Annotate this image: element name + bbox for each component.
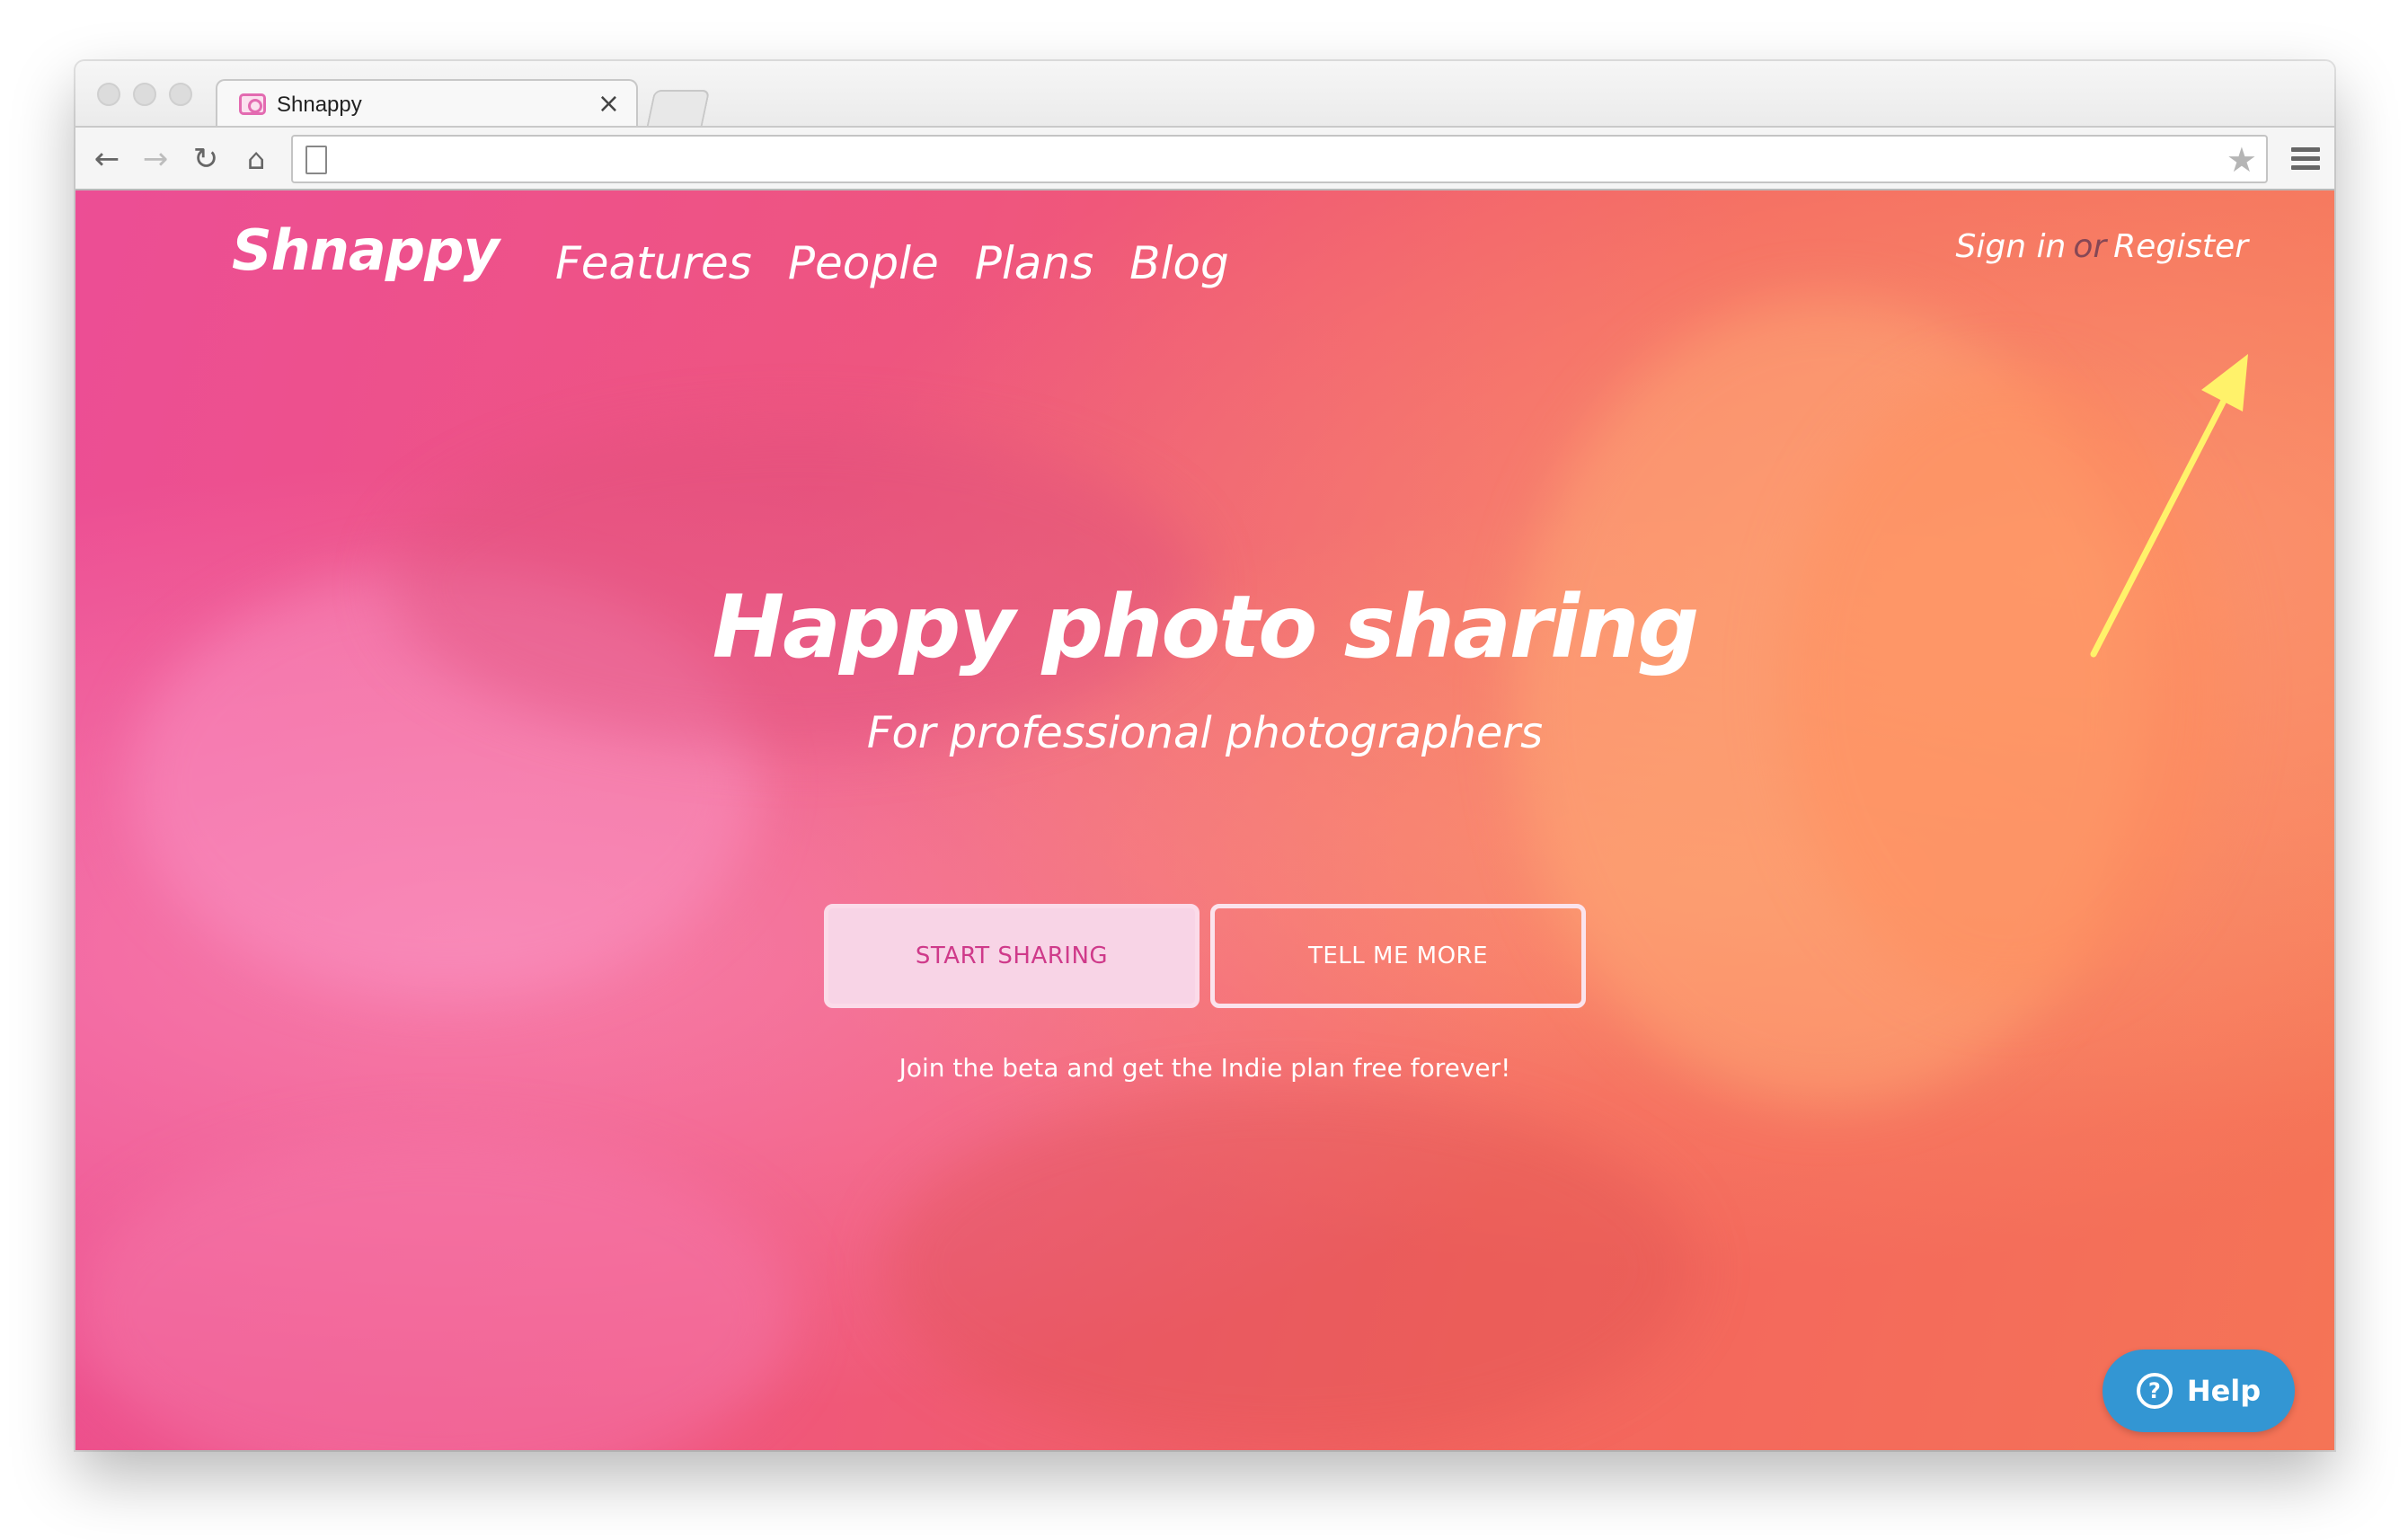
question-mark-icon: ?: [2136, 1373, 2173, 1409]
forward-arrow-icon[interactable]: →: [137, 140, 174, 178]
background-photo-blob: [884, 1089, 1693, 1448]
help-label: Help: [2186, 1374, 2262, 1408]
browser-window: Shnappy × ← → ↻ ⌂ ★ Shnappy Features Peo…: [75, 61, 2334, 1450]
tab-close-icon[interactable]: ×: [598, 88, 620, 120]
browser-toolbar: ← → ↻ ⌂ ★: [75, 126, 2334, 190]
home-icon[interactable]: ⌂: [237, 140, 275, 178]
maximize-window-icon[interactable]: [169, 83, 192, 106]
background-photo-blob: [75, 1134, 794, 1450]
site-logo[interactable]: Shnappy: [232, 217, 500, 283]
close-window-icon[interactable]: [97, 83, 120, 106]
hero-subtitle: For professional photographers: [866, 708, 1544, 758]
back-arrow-icon[interactable]: ←: [88, 140, 126, 178]
reload-icon[interactable]: ↻: [187, 140, 225, 178]
tab-strip: Shnappy ×: [75, 61, 2334, 129]
hero-title: Happy photo sharing: [712, 577, 1699, 677]
nav-link-plans[interactable]: Plans: [975, 237, 1093, 289]
beta-tagline: Join the beta and get the Indie plan fre…: [899, 1053, 1511, 1083]
camera-favicon-icon: [239, 93, 266, 115]
new-tab-button[interactable]: [646, 90, 711, 126]
start-sharing-button[interactable]: START SHARING: [824, 904, 1200, 1008]
minimize-window-icon[interactable]: [133, 83, 156, 106]
hero-button-row: START SHARING TELL ME MORE: [75, 904, 2334, 1008]
bookmark-star-icon[interactable]: ★: [2227, 140, 2257, 180]
main-nav: Features People Plans Blog: [555, 237, 1229, 289]
nav-link-blog[interactable]: Blog: [1129, 237, 1229, 289]
hamburger-menu-icon[interactable]: [2291, 147, 2320, 171]
address-bar[interactable]: ★: [291, 135, 2268, 183]
nav-link-features[interactable]: Features: [555, 237, 752, 289]
auth-separator: or: [2073, 228, 2107, 265]
register-link[interactable]: Register: [2113, 228, 2248, 265]
page-viewport: Shnappy Features People Plans Blog Sign …: [75, 190, 2334, 1450]
browser-tab[interactable]: Shnappy ×: [216, 79, 638, 129]
sign-in-link[interactable]: Sign in: [1956, 228, 2067, 265]
nav-link-people[interactable]: People: [788, 237, 939, 289]
help-button[interactable]: ? Help: [2103, 1350, 2295, 1432]
page-icon: [305, 146, 327, 174]
auth-links: Sign in or Register: [1956, 228, 2248, 265]
tab-title: Shnappy: [277, 93, 362, 117]
tell-me-more-button[interactable]: TELL ME MORE: [1210, 904, 1586, 1008]
